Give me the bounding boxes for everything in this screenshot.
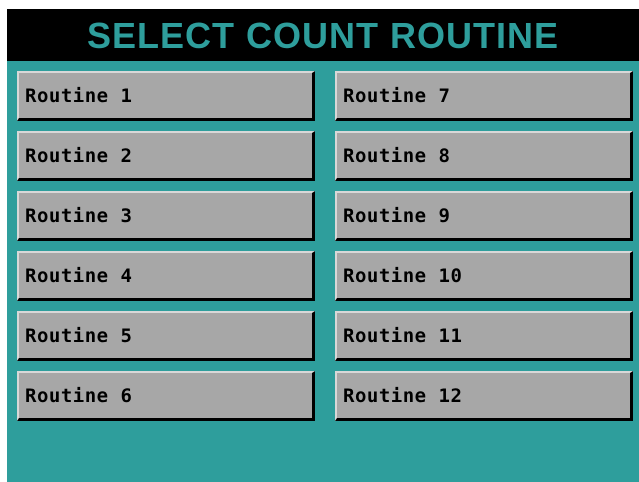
routine-button-label: Routine 5 [25, 324, 133, 347]
routine-11-button[interactable]: Routine 11 [335, 311, 633, 361]
title-bar: SELECT COUNT ROUTINE [7, 9, 639, 61]
routine-10-button[interactable]: Routine 10 [335, 251, 633, 301]
routine-1-button[interactable]: Routine 1 [17, 71, 315, 121]
page-title: SELECT COUNT ROUTINE [86, 15, 559, 56]
routine-button-label: Routine 11 [343, 324, 463, 347]
routine-5-button[interactable]: Routine 5 [17, 311, 315, 361]
screen: SELECT COUNT ROUTINE Routine 1 Routine 2… [0, 0, 639, 482]
routine-4-button[interactable]: Routine 4 [17, 251, 315, 301]
routine-9-button[interactable]: Routine 9 [335, 191, 633, 241]
routine-select-panel: SELECT COUNT ROUTINE Routine 1 Routine 2… [7, 9, 639, 482]
routine-button-label: Routine 12 [343, 384, 463, 407]
routine-button-label: Routine 1 [25, 84, 133, 107]
routine-button-label: Routine 9 [343, 204, 451, 227]
routine-button-label: Routine 2 [25, 144, 133, 167]
routine-7-button[interactable]: Routine 7 [335, 71, 633, 121]
routine-button-label: Routine 6 [25, 384, 133, 407]
routine-button-label: Routine 3 [25, 204, 133, 227]
routine-3-button[interactable]: Routine 3 [17, 191, 315, 241]
routine-button-label: Routine 10 [343, 264, 463, 287]
routine-button-label: Routine 8 [343, 144, 451, 167]
routine-12-button[interactable]: Routine 12 [335, 371, 633, 421]
routine-2-button[interactable]: Routine 2 [17, 131, 315, 181]
routine-6-button[interactable]: Routine 6 [17, 371, 315, 421]
routine-8-button[interactable]: Routine 8 [335, 131, 633, 181]
routine-button-label: Routine 7 [343, 84, 451, 107]
routine-button-label: Routine 4 [25, 264, 133, 287]
